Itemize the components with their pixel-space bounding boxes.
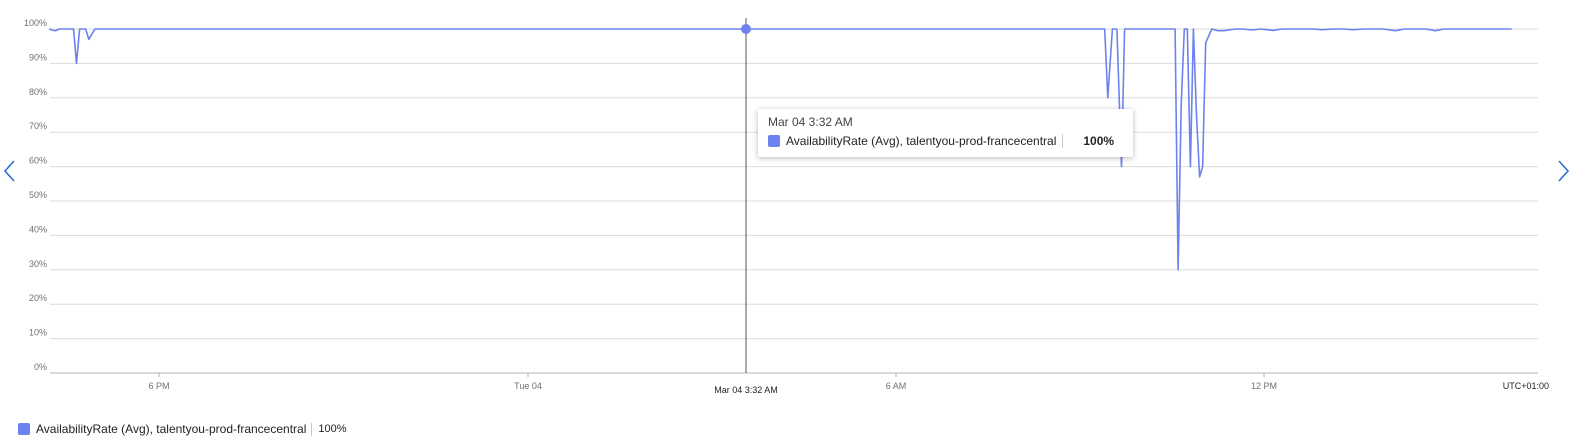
x-tick-label: 6 AM bbox=[886, 381, 907, 391]
y-tick-label: 90% bbox=[29, 52, 47, 62]
hover-tooltip: Mar 04 3:32 AM AvailabilityRate (Avg), t… bbox=[758, 109, 1133, 157]
y-tick-label: 50% bbox=[29, 190, 47, 200]
tooltip-divider bbox=[1062, 134, 1064, 148]
metrics-chart-panel: 100% 90% 80% 70% 60% 50% 40% 30% 20% 10% 0% 6 PM Tue… bbox=[0, 0, 1591, 443]
x-tick-label: Tue 04 bbox=[514, 381, 542, 391]
chevron-left-icon[interactable] bbox=[2, 158, 18, 184]
x-tick-label: 6 PM bbox=[148, 381, 169, 391]
y-tick-label: 10% bbox=[29, 328, 47, 338]
tooltip-row: AvailabilityRate (Avg), talentyou-prod-f… bbox=[768, 134, 1123, 148]
y-tick-label: 30% bbox=[29, 259, 47, 269]
tooltip-series-swatch bbox=[768, 135, 780, 147]
timezone-label: UTC+01:00 bbox=[1503, 381, 1549, 391]
y-tick-label: 80% bbox=[29, 87, 47, 97]
cursor-axis-label: Mar 04 3:32 AM bbox=[714, 385, 778, 395]
y-tick-label: 20% bbox=[29, 293, 47, 303]
y-tick-label: 40% bbox=[29, 224, 47, 234]
y-tick-label: 100% bbox=[24, 18, 47, 28]
y-tick-label: 60% bbox=[29, 156, 47, 166]
x-tick-label: 12 PM bbox=[1251, 381, 1277, 391]
tooltip-time: Mar 04 3:32 AM bbox=[768, 115, 853, 129]
legend-divider bbox=[311, 422, 313, 436]
availability-chart: 100% 90% 80% 70% 60% 50% 40% 30% 20% 10% 0% 6 PM Tue… bbox=[24, 18, 1549, 395]
tooltip-value: 100% bbox=[1083, 134, 1115, 148]
legend-series-name: AvailabilityRate (Avg), talentyou-prod-f… bbox=[36, 422, 307, 436]
tooltip-series-name: AvailabilityRate (Avg), talentyou-prod-f… bbox=[786, 134, 1057, 148]
y-tick-label: 0% bbox=[34, 362, 47, 372]
legend-series-swatch bbox=[18, 423, 30, 435]
legend-value: 100% bbox=[318, 423, 347, 435]
chart-legend[interactable]: AvailabilityRate (Avg), talentyou-prod-f… bbox=[18, 422, 347, 436]
hover-point bbox=[741, 24, 751, 34]
chevron-right-icon[interactable] bbox=[1555, 158, 1571, 184]
y-tick-label: 70% bbox=[29, 121, 47, 131]
